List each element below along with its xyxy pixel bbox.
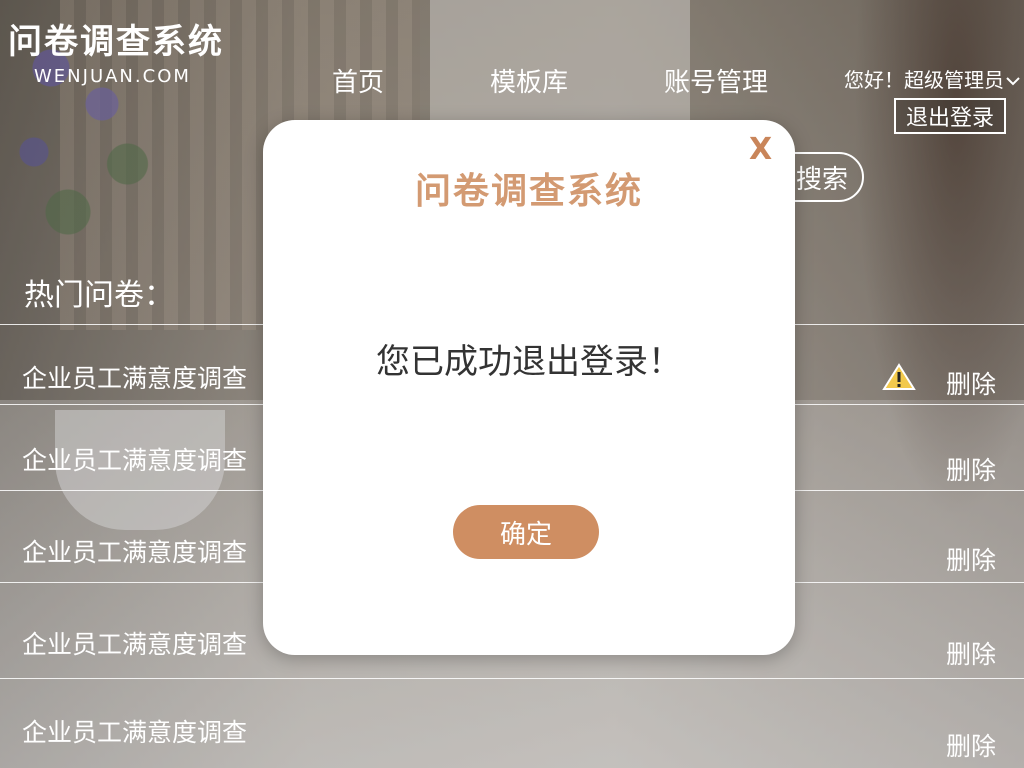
user-menu[interactable]: 您好！超级管理员: [844, 64, 1020, 93]
user-greeting: 您好！超级管理员: [844, 68, 1004, 92]
chevron-down-icon: [1006, 72, 1020, 91]
delete-button[interactable]: 删除: [946, 541, 996, 577]
delete-button[interactable]: 删除: [946, 635, 996, 671]
delete-button[interactable]: 删除: [946, 365, 996, 401]
logout-button[interactable]: 退出登录: [894, 98, 1006, 134]
survey-name[interactable]: 企业员工满意度调查: [22, 359, 247, 395]
hot-surveys-title: 热门问卷：: [24, 278, 174, 313]
nav-account-management[interactable]: 账号管理: [664, 62, 768, 99]
survey-name[interactable]: 企业员工满意度调查: [22, 713, 247, 749]
delete-button[interactable]: 删除: [946, 451, 996, 487]
survey-name[interactable]: 企业员工满意度调查: [22, 533, 247, 569]
dialog-title: 问卷调查系统: [414, 170, 643, 212]
delete-button[interactable]: 删除: [946, 727, 996, 763]
dialog-message: 您已成功退出登录！: [376, 342, 682, 382]
warning-icon: [882, 363, 916, 391]
survey-name[interactable]: 企业员工满意度调查: [22, 625, 247, 661]
list-item: 企业员工满意度调查 删除: [0, 679, 1024, 768]
logo-title: 问卷调查系统: [8, 22, 224, 62]
logo-subtitle: WENJUAN.COM: [34, 66, 191, 87]
confirm-button[interactable]: 确定: [453, 505, 599, 559]
nav-templates[interactable]: 模板库: [490, 62, 568, 99]
nav-home[interactable]: 首页: [332, 62, 384, 99]
logout-success-dialog: X 问卷调查系统 您已成功退出登录！ 确定: [263, 120, 795, 655]
survey-name[interactable]: 企业员工满意度调查: [22, 441, 247, 477]
